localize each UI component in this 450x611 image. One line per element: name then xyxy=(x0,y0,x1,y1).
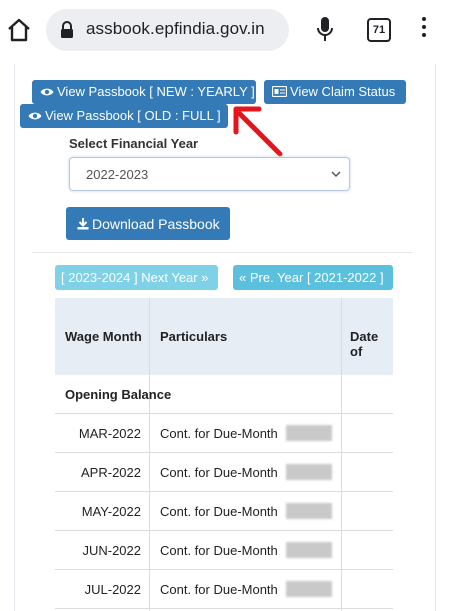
download-icon xyxy=(77,218,89,230)
redacted-value xyxy=(286,581,332,597)
column-header-wage-month: Wage Month xyxy=(65,329,142,344)
particulars-cell: Cont. for Due-Month xyxy=(160,426,278,441)
table-row: JUL-2022 Cont. for Due-Month xyxy=(55,570,393,609)
redacted-value xyxy=(286,425,332,441)
home-icon[interactable] xyxy=(6,17,32,43)
particulars-cell: Cont. for Due-Month xyxy=(160,543,278,558)
eye-icon xyxy=(28,112,42,120)
wage-month-cell: MAR-2022 xyxy=(78,426,141,441)
view-claim-status-button[interactable]: View Claim Status xyxy=(264,80,406,104)
microphone-icon[interactable] xyxy=(316,16,334,42)
column-header-particulars: Particulars xyxy=(160,329,228,344)
chevron-down-icon xyxy=(331,171,341,178)
table-row: MAY-2022 Cont. for Due-Month xyxy=(55,492,393,531)
divider xyxy=(32,252,412,253)
table-row-opening-balance: Opening Balance xyxy=(55,375,393,414)
lock-icon xyxy=(61,21,73,38)
more-options-icon[interactable] xyxy=(420,17,428,41)
particulars-cell: Cont. for Due-Month xyxy=(160,465,278,480)
wage-month-cell: JUN-2022 xyxy=(82,543,141,558)
previous-year-button[interactable]: « Pre. Year [ 2021-2022 ] xyxy=(233,265,393,290)
table-row: JUN-2022 Cont. for Due-Month xyxy=(55,531,393,570)
wage-month-cell: JUL-2022 xyxy=(84,582,141,597)
view-claim-status-label: View Claim Status xyxy=(290,84,396,99)
table-row: MAR-2022 Cont. for Due-Month xyxy=(55,414,393,453)
download-passbook-label: Download Passbook xyxy=(92,216,220,232)
browser-toolbar: assbook.epfindia.gov.in 71 xyxy=(0,0,450,58)
passbook-table: Wage Month Particulars Date of Opening B… xyxy=(55,298,393,611)
particulars-cell: Cont. for Due-Month xyxy=(160,582,278,597)
download-passbook-button[interactable]: Download Passbook xyxy=(66,207,230,240)
particulars-cell: Cont. for Due-Month xyxy=(160,504,278,519)
view-passbook-old-button[interactable]: View Passbook [ OLD : FULL ] xyxy=(20,104,228,128)
table-header: Wage Month Particulars Date of xyxy=(55,298,393,375)
column-header-date: Date of xyxy=(350,329,379,359)
financial-year-value: 2022-2023 xyxy=(86,167,149,182)
view-passbook-old-label: View Passbook [ OLD : FULL ] xyxy=(45,108,221,123)
id-card-icon xyxy=(272,86,287,97)
financial-year-label: Select Financial Year xyxy=(69,136,199,151)
next-year-button[interactable]: [ 2023-2024 ] Next Year » xyxy=(55,265,218,290)
tab-switcher-button[interactable]: 71 xyxy=(367,18,391,42)
redacted-value xyxy=(286,464,332,480)
opening-balance-label: Opening Balance xyxy=(65,387,172,402)
redacted-value xyxy=(286,503,332,519)
url-text: assbook.epfindia.gov.in xyxy=(86,19,265,38)
view-passbook-yearly-button[interactable]: View Passbook [ NEW : YEARLY ] xyxy=(32,80,256,104)
redacted-value xyxy=(286,542,332,558)
view-passbook-yearly-label: View Passbook [ NEW : YEARLY ] xyxy=(57,84,255,99)
annotation-arrow-icon xyxy=(233,106,283,157)
wage-month-cell: MAY-2022 xyxy=(81,504,141,519)
table-row: APR-2022 Cont. for Due-Month xyxy=(55,453,393,492)
financial-year-select[interactable]: 2022-2023 xyxy=(69,157,350,191)
address-bar[interactable]: assbook.epfindia.gov.in xyxy=(46,9,289,51)
eye-icon xyxy=(40,88,54,96)
wage-month-cell: APR-2022 xyxy=(81,465,141,480)
